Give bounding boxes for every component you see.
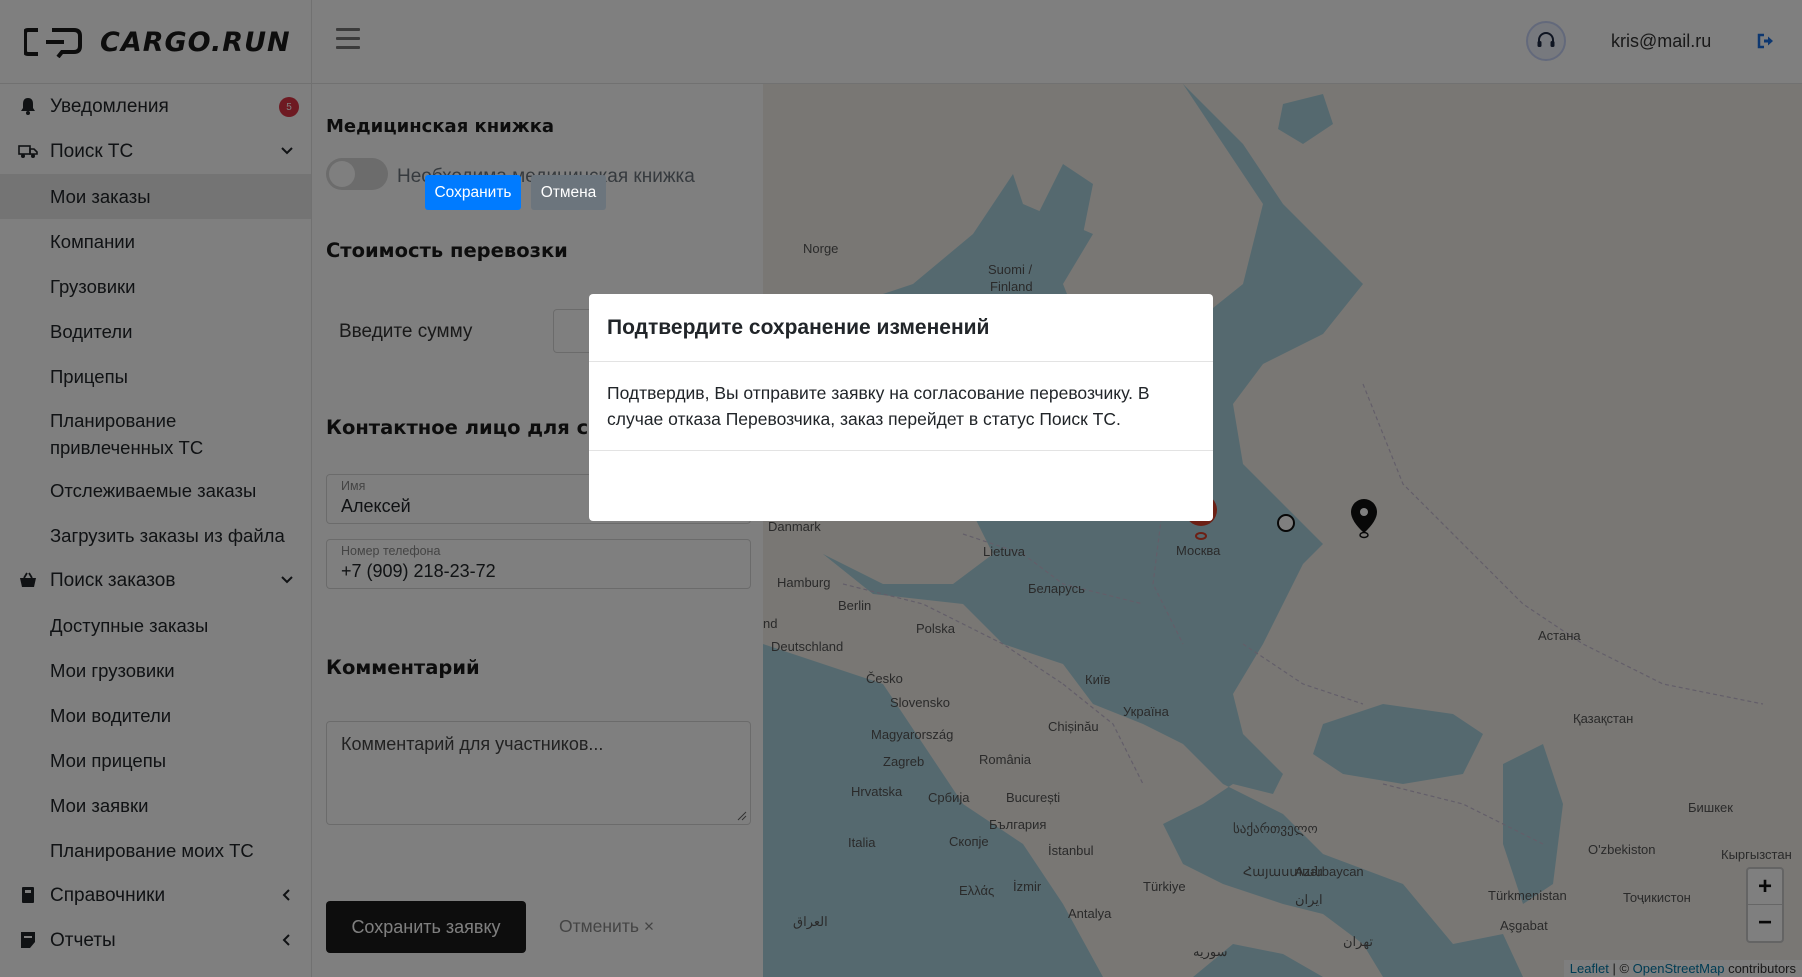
modal-confirm-button[interactable]: Сохранить — [425, 175, 521, 210]
modal-title: Подтвердите сохранение изменений — [589, 294, 1213, 362]
confirm-save-modal: Подтвердите сохранение изменений Подтвер… — [589, 294, 1213, 521]
modal-cancel-button[interactable]: Отмена — [531, 175, 606, 210]
modal-body-text: Подтвердив, Вы отправите заявку на согла… — [589, 362, 1213, 451]
modal-footer — [589, 451, 1213, 519]
